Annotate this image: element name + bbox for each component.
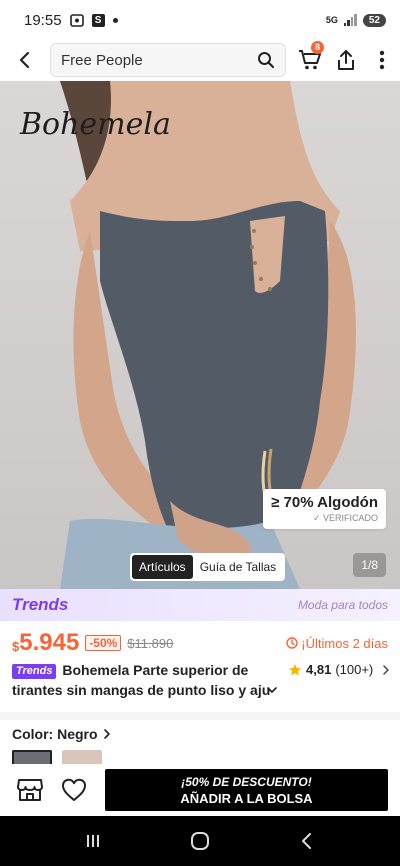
back-button[interactable] <box>0 40 50 80</box>
urgency-text: ¡Últimos 2 días <box>301 635 388 651</box>
share-button[interactable] <box>328 40 364 80</box>
network-type: 5G <box>325 15 338 25</box>
cotton-verified: ✓ VERIFICADO <box>312 513 378 523</box>
tab-guia-de-tallas[interactable]: Guía de Tallas <box>193 555 284 579</box>
app-notification-icon: S <box>91 13 105 27</box>
color-swatch-negro[interactable] <box>12 750 52 764</box>
store-button[interactable] <box>12 770 48 810</box>
cart-count-badge: 8 <box>311 41 324 54</box>
battery-indicator: 52 <box>362 13 386 27</box>
back-nav-icon[interactable] <box>298 832 316 850</box>
color-selector-header[interactable]: Color: Negro <box>12 726 112 742</box>
gallery-tabs: Artículos Guía de Tallas <box>130 553 286 581</box>
color-label: Color: Negro <box>12 726 98 742</box>
status-time: 19:55 <box>24 11 62 29</box>
current-price: 5.945 <box>19 629 80 656</box>
star-icon <box>289 663 301 675</box>
trends-banner[interactable]: Trends Moda para todos <box>0 589 400 621</box>
more-icon <box>379 50 385 70</box>
price-row: $ 5.945 -50% $11.890 ¡Últimos 2 días <box>12 628 388 658</box>
trends-logo: Trends <box>12 595 69 614</box>
original-price: $11.890 <box>127 635 174 651</box>
more-notifications-icon <box>112 17 118 23</box>
add-to-bag-promo: ¡50% DE DESCUENTO! <box>181 774 312 789</box>
top-header: Free People 8 <box>0 40 400 80</box>
section-divider <box>0 712 400 720</box>
trends-tagline: Moda para todos <box>297 598 388 612</box>
trends-badge: Trends <box>12 664 57 679</box>
search-input[interactable]: Free People <box>61 52 257 69</box>
urgency-timer: ¡Últimos 2 días <box>286 636 388 651</box>
store-icon <box>17 779 43 801</box>
search-icon[interactable] <box>257 51 275 69</box>
add-to-bag-button[interactable]: ¡50% DE DESCUENTO! AÑADIR A LA BOLSA <box>105 769 388 811</box>
system-navigation-bar <box>0 816 400 866</box>
product-title[interactable]: Trends Bohemela Parte superior de tirant… <box>12 660 280 700</box>
status-bar: 19:55 S 5G 52 <box>0 0 400 40</box>
color-swatch-2[interactable] <box>62 750 102 764</box>
rating-value: 4,81 <box>306 662 332 677</box>
home-icon[interactable] <box>189 830 211 852</box>
chevron-right-icon <box>383 664 390 675</box>
price-currency: $ <box>12 638 20 654</box>
signal-icon <box>343 14 357 26</box>
clock-icon <box>286 637 298 649</box>
cotton-content-badge[interactable]: ≥ 70% Algodón ✓ VERIFICADO <box>263 489 386 529</box>
cart-button[interactable]: 8 <box>292 40 328 80</box>
tab-articulos[interactable]: Artículos <box>132 555 193 579</box>
back-arrow-icon <box>19 51 30 69</box>
wishlist-button[interactable] <box>56 770 92 810</box>
expand-title-icon[interactable] <box>266 684 278 696</box>
product-image-gallery[interactable]: Bohemela ≥ 70% Algodón ✓ VERIFICADO Artí… <box>0 81 400 589</box>
share-icon <box>338 50 354 70</box>
rating-summary[interactable]: 4,81 (100+) <box>288 662 391 677</box>
review-count: (100+) <box>335 662 374 677</box>
cotton-label: ≥ 70% Algodón <box>271 494 378 511</box>
image-notification-icon <box>69 13 84 27</box>
more-button[interactable] <box>364 40 400 80</box>
chevron-right-icon <box>103 729 110 739</box>
bottom-action-bar: ¡50% DE DESCUENTO! AÑADIR A LA BOLSA <box>0 764 400 816</box>
image-counter: 1/8 <box>353 553 386 577</box>
brand-logo: Bohemela <box>20 107 171 142</box>
search-bar[interactable]: Free People <box>50 43 286 77</box>
add-to-bag-label: AÑADIR A LA BOLSA <box>180 790 313 806</box>
recent-apps-icon[interactable] <box>84 832 102 850</box>
heart-icon <box>62 778 86 801</box>
discount-badge: -50% <box>85 635 122 651</box>
